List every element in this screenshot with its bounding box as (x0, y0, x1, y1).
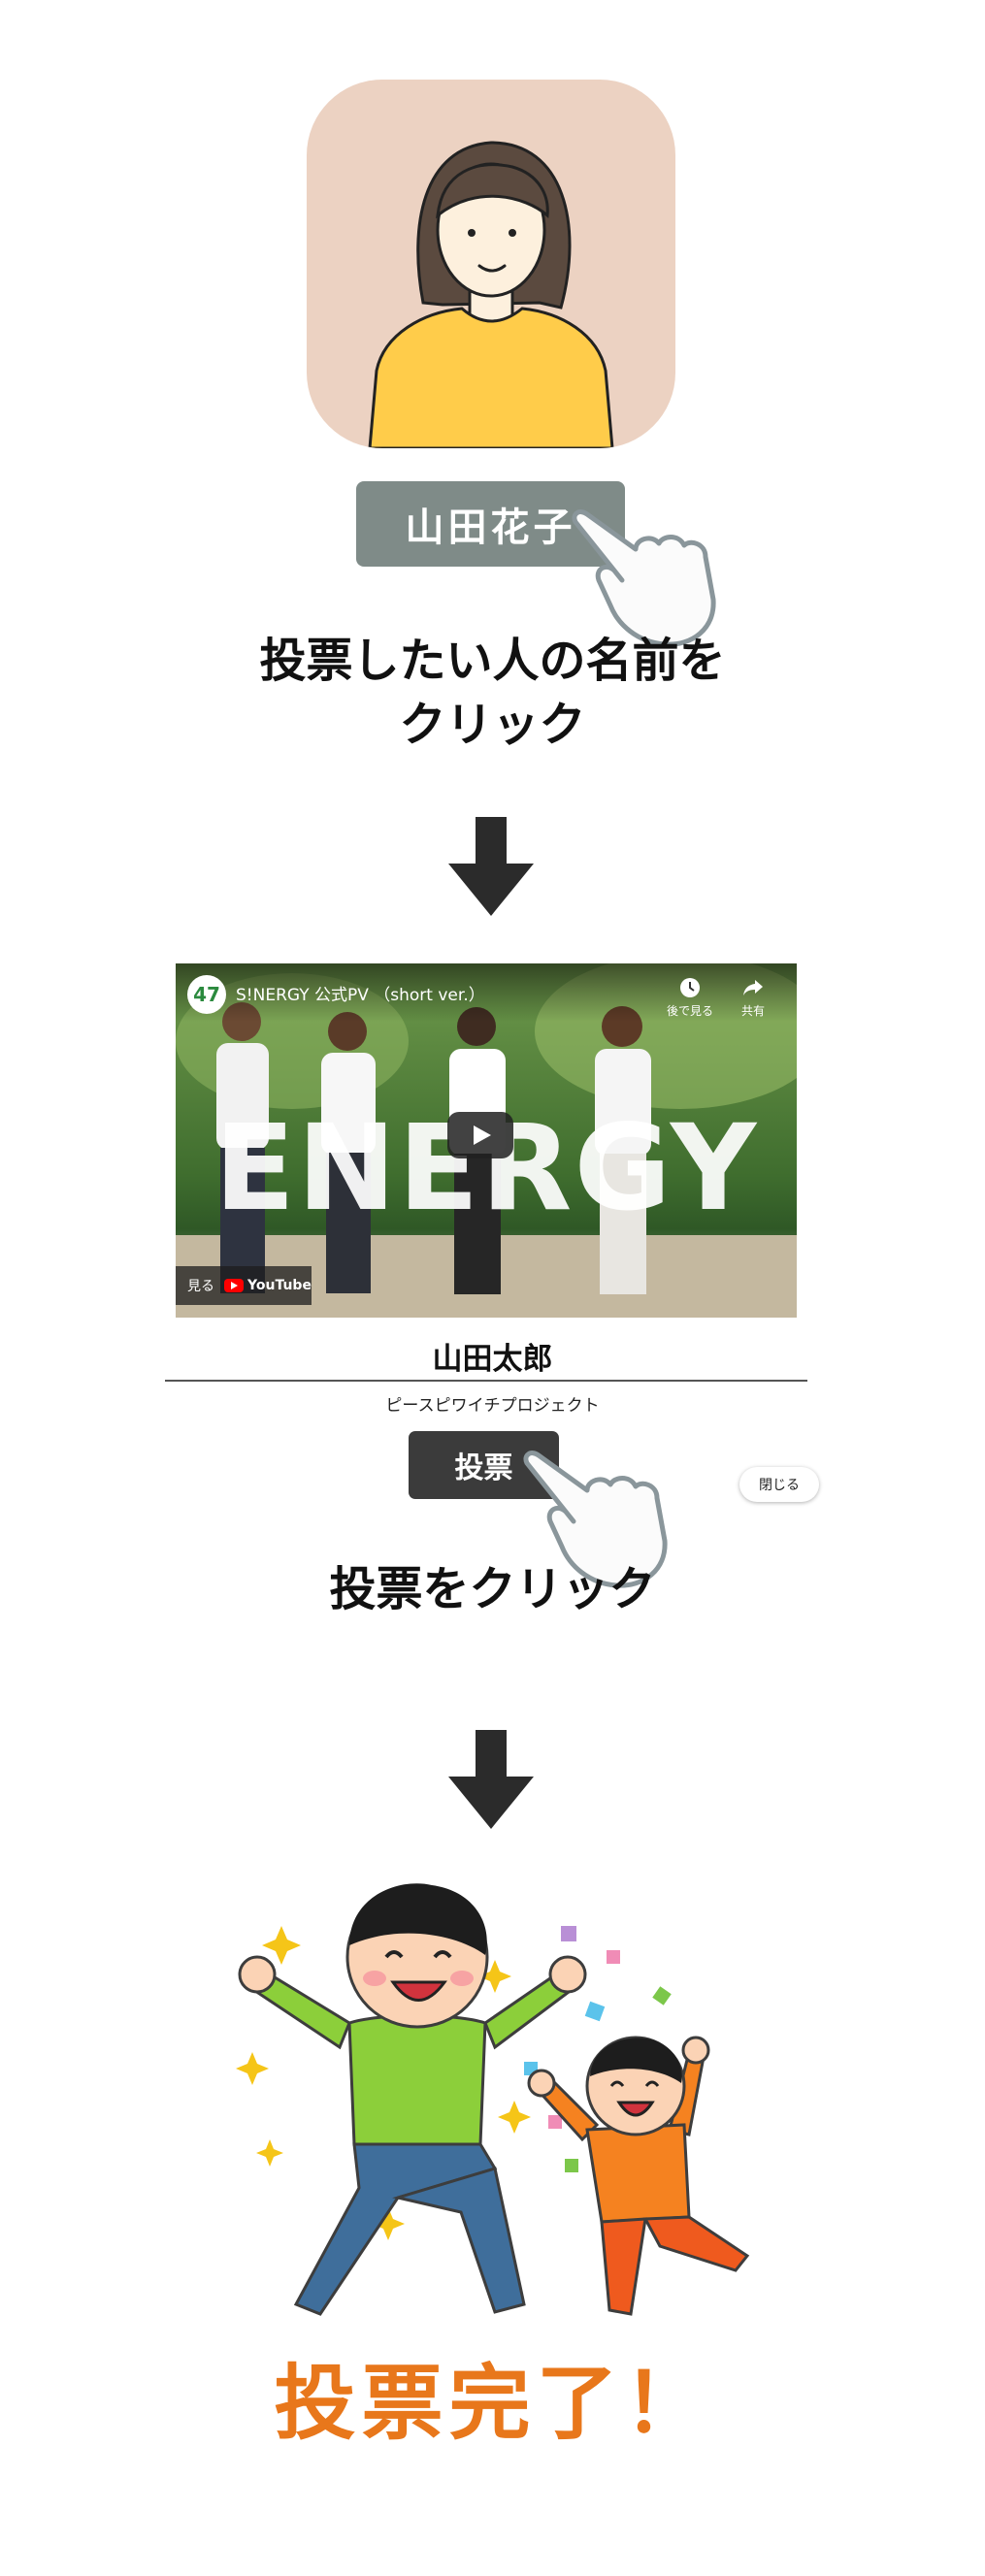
vote-complete-message: 投票完了！ (274, 2356, 711, 2451)
watch-later-button[interactable]: 後で見る (661, 977, 719, 1019)
down-arrow-icon (448, 817, 534, 916)
watch-on-youtube-bar[interactable]: 見る YouTube (176, 1266, 312, 1305)
candidate-organization: ピースピワイチプロジェクト (385, 1396, 600, 1416)
celebrating-kids-illustration (236, 1883, 750, 2316)
woman-avatar-icon (368, 141, 614, 448)
youtube-logo: YouTube (224, 1278, 312, 1293)
share-icon (743, 980, 763, 995)
watch-later-label: 後で見る (666, 1004, 713, 1018)
down-arrow-icon (448, 1730, 534, 1829)
instruction-line2: クリック (399, 698, 586, 752)
close-button[interactable]: 閉じる (739, 1467, 819, 1502)
instruction-step1: 投票したい人の名前を クリック (0, 629, 985, 757)
divider (165, 1380, 807, 1382)
youtube-logo-text: YouTube (247, 1278, 312, 1293)
watch-on-label: 見る (187, 1279, 214, 1294)
video-title[interactable]: S!NERGY 公式PV （short ver.） (236, 981, 485, 1005)
channel-logo[interactable]: 47 (187, 975, 226, 1014)
candidate-avatar[interactable] (307, 80, 675, 448)
clock-icon (680, 978, 700, 997)
play-icon[interactable] (447, 1112, 513, 1158)
instruction-step2: 投票をクリック (329, 1562, 656, 1616)
instruction-line1: 投票したい人の名前を (259, 634, 726, 688)
video-player[interactable]: 47 S!NERGY 公式PV （short ver.） 後で見る 共有 ENE… (176, 963, 797, 1318)
youtube-icon (224, 1279, 244, 1292)
share-button[interactable]: 共有 (729, 977, 777, 1019)
share-label: 共有 (740, 1004, 765, 1018)
candidate-name: 山田太郎 (432, 1342, 553, 1377)
